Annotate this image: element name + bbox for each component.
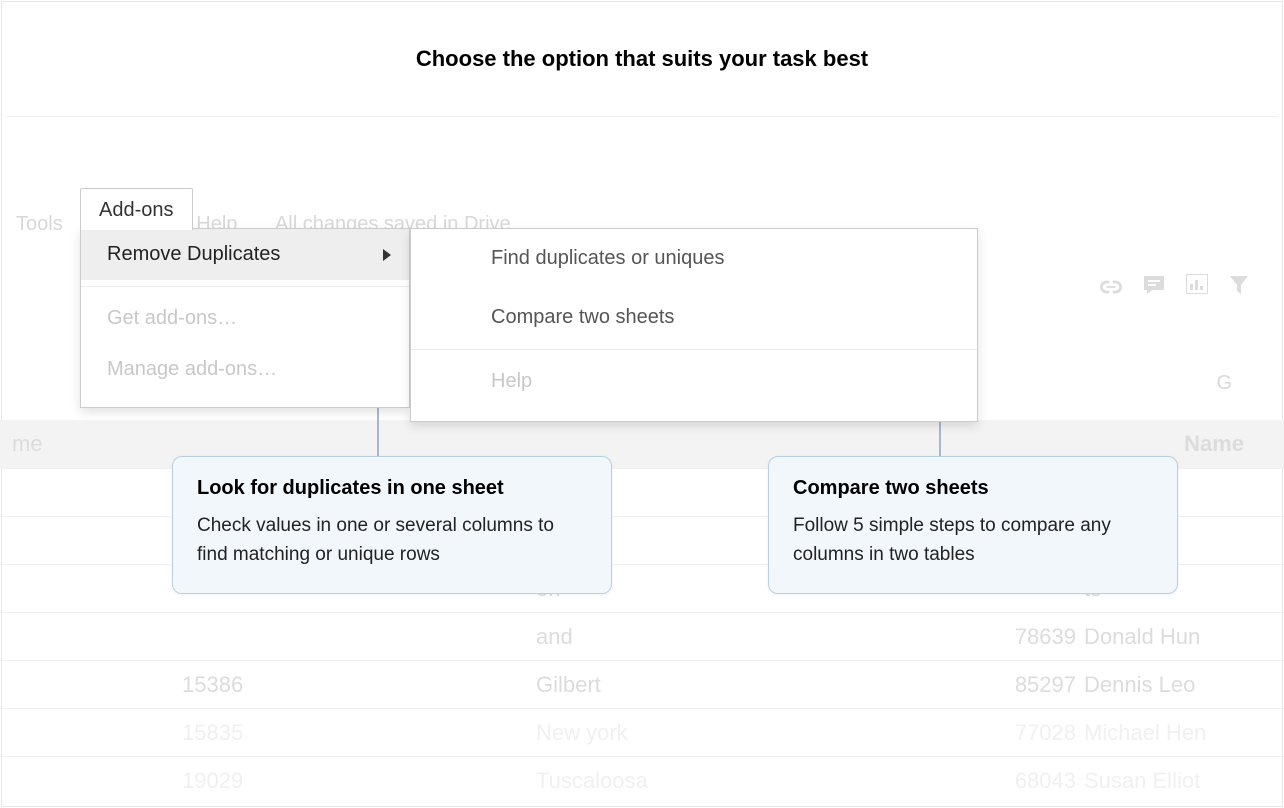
menuitem-label: Find duplicates or uniques bbox=[491, 247, 724, 269]
callout-body: Follow 5 simple steps to compare any col… bbox=[793, 512, 1153, 569]
filter-icon bbox=[1230, 274, 1248, 299]
menuitem-label: Manage add-ons… bbox=[107, 358, 277, 380]
menuitem-get-addons[interactable]: Get add-ons… bbox=[81, 293, 409, 344]
menuitem-find-duplicates[interactable]: Find duplicates or uniques bbox=[411, 229, 977, 288]
chart-icon bbox=[1186, 274, 1214, 299]
addons-dropdown: Remove Duplicates Get add-ons… Manage ad… bbox=[80, 228, 410, 408]
table-row: and 78639 Donald Hun bbox=[0, 612, 1284, 660]
header-name-right: Name bbox=[1184, 420, 1244, 468]
menuitem-remove-duplicates[interactable]: Remove Duplicates bbox=[81, 229, 409, 280]
heading-separator bbox=[6, 116, 1278, 117]
menuitem-label: Get add-ons… bbox=[107, 307, 237, 329]
menuitem-label: Remove Duplicates bbox=[107, 243, 280, 265]
callout-title: Compare two sheets bbox=[793, 477, 1153, 500]
header-name-left: me bbox=[12, 431, 43, 456]
remove-duplicates-submenu: Find duplicates or uniques Compare two s… bbox=[410, 228, 978, 422]
menu-addons-tab[interactable]: Add-ons bbox=[80, 188, 193, 230]
link-icon bbox=[1100, 274, 1128, 299]
menuitem-compare-sheets[interactable]: Compare two sheets bbox=[411, 288, 977, 347]
menu-divider bbox=[81, 286, 409, 287]
comment-icon bbox=[1144, 274, 1170, 299]
menuitem-label: Help bbox=[491, 370, 532, 392]
submenu-arrow-icon bbox=[383, 249, 391, 261]
table-row: 15386 Gilbert 85297 Dennis Leo bbox=[0, 660, 1284, 708]
callout-title: Look for duplicates in one sheet bbox=[197, 477, 587, 500]
menu-divider bbox=[411, 349, 977, 350]
callout-look-for-duplicates: Look for duplicates in one sheet Check v… bbox=[172, 456, 612, 594]
menuitem-help[interactable]: Help bbox=[411, 352, 977, 411]
callout-compare-two-sheets: Compare two sheets Follow 5 simple steps… bbox=[768, 456, 1178, 594]
column-header-g: G bbox=[1216, 372, 1232, 395]
menu-addons-label: Add-ons bbox=[99, 199, 174, 221]
menuitem-label: Compare two sheets bbox=[491, 306, 674, 328]
menuitem-manage-addons[interactable]: Manage add-ons… bbox=[81, 344, 409, 395]
table-row: 19029 Tuscaloosa 68043 Susan Elliot bbox=[0, 756, 1284, 804]
table-row: 15835 New york 77028 Michael Hen bbox=[0, 708, 1284, 756]
toolbar-icons bbox=[1092, 274, 1256, 300]
menu-tools: Tools bbox=[0, 205, 79, 244]
page-title: Choose the option that suits your task b… bbox=[2, 2, 1282, 116]
callout-body: Check values in one or several columns t… bbox=[197, 512, 587, 569]
